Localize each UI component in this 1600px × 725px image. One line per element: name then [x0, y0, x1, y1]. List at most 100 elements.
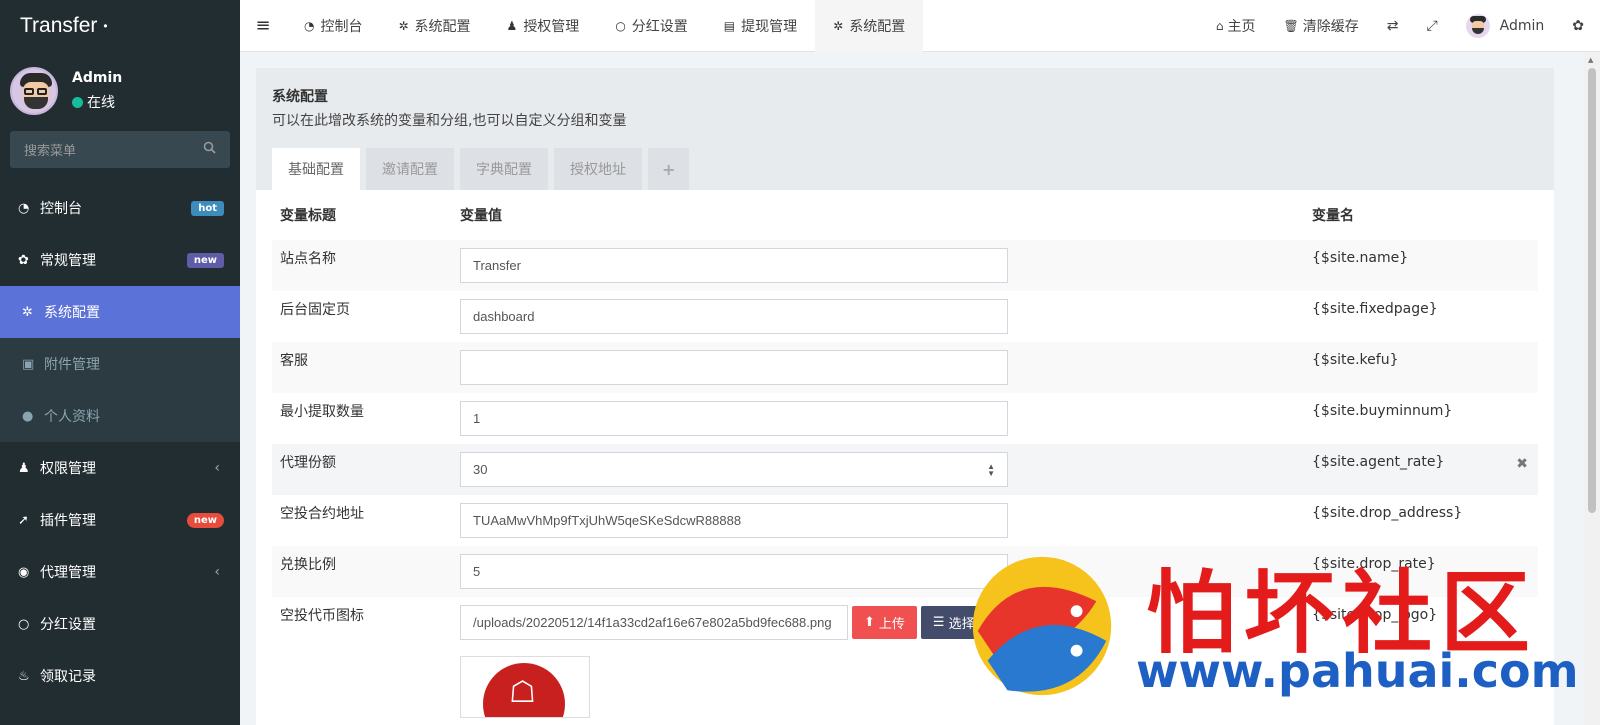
fixedpage-input[interactable]: dashboard — [460, 299, 1008, 334]
image-icon: ▣ — [22, 356, 35, 372]
table-header: 变量标题 变量值 变量名 — [272, 190, 1538, 240]
trash-icon: 🗑︎ — [1283, 19, 1299, 33]
menu-toggle-icon[interactable]: ≡ — [240, 15, 286, 36]
sidebar-item-profile[interactable]: ● 个人资料 — [0, 390, 240, 442]
settings-button[interactable]: ✿ — [1558, 18, 1600, 34]
drop-address-input[interactable]: TUAaMwVhMp9fTxjUhW5qeSKeSdcwR88888 — [460, 503, 1008, 538]
brand-caret: • — [103, 19, 108, 33]
scrollbar-thumb[interactable] — [1588, 68, 1596, 513]
config-table: 变量标题 变量值 变量名 站点名称 Transfer {$site.name} … — [256, 190, 1554, 725]
tab-invite-config[interactable]: 邀请配置 — [366, 148, 454, 190]
drop-rate-input[interactable]: 5 — [460, 554, 1008, 589]
spinner-icon[interactable]: ▲ ▼ — [987, 462, 995, 477]
sidebar-item-plugins[interactable]: ➚ 插件管理 new — [0, 494, 240, 546]
user-menu[interactable]: Admin — [1452, 14, 1559, 38]
agent-rate-stepper[interactable]: 30 ▲ ▼ — [460, 452, 1008, 487]
clear-cache-button[interactable]: 🗑︎ 清除缓存 — [1269, 16, 1372, 36]
rocket-icon: ➚ — [18, 512, 29, 528]
tab-dashboard[interactable]: ◔ 控制台 — [286, 0, 380, 52]
gear-icon: ✲ — [22, 304, 33, 320]
user-status: 在线 — [72, 92, 122, 112]
brand-logo[interactable]: Transfer • — [0, 0, 240, 52]
tab-system-config[interactable]: ✲ 系统配置 — [380, 0, 488, 52]
tab-auth[interactable]: ♟ 授权管理 — [489, 0, 598, 52]
header-title: 变量标题 — [280, 208, 336, 224]
new-badge: new — [186, 512, 224, 528]
avatar — [1465, 14, 1490, 38]
sidebar-item-attachments[interactable]: ▣ 附件管理 — [0, 338, 240, 390]
row-var-name: {$site.drop_logo} — [1312, 607, 1438, 623]
cogs-icon: ✿ — [18, 252, 29, 268]
row-title: 后台固定页 — [280, 302, 350, 318]
table-row: 代理份额 30 ▲ ▼ {$site.agent_rate} ✖ — [272, 444, 1538, 495]
user-name: Admin — [72, 70, 123, 86]
tab-label: 系统配置 — [849, 18, 906, 35]
upload-label: 上传 — [878, 617, 905, 632]
clear-cache-label: 清除缓存 — [1302, 19, 1359, 35]
row-var-name: {$site.agent_rate} — [1312, 454, 1445, 470]
row-var-name: {$site.kefu} — [1312, 352, 1399, 368]
scroll-up-icon[interactable]: ▲ — [1588, 56, 1593, 64]
new-badge: new — [186, 252, 224, 268]
site-name-input[interactable]: Transfer — [460, 248, 1008, 283]
sidebar-item-auth[interactable]: ♟ 权限管理 ‹ — [0, 442, 240, 494]
agent-rate-value: 30 — [473, 462, 488, 477]
sidebar-item-label: 个人资料 — [44, 409, 100, 425]
row-var-name: {$site.buyminnum} — [1312, 403, 1453, 419]
dashboard-icon: ◔ — [18, 200, 30, 216]
tab-label: 系统配置 — [414, 18, 471, 35]
choose-label: 选择 — [948, 617, 975, 632]
sidebar-item-label: 控制台 — [40, 201, 82, 217]
home-link[interactable]: ⌂ 主页 — [1202, 16, 1270, 36]
menu-search-placeholder: 搜索菜单 — [24, 144, 77, 159]
add-tab-button[interactable]: + — [648, 148, 690, 190]
tab-auth-address[interactable]: 授权地址 — [554, 148, 642, 190]
search-icon[interactable] — [203, 141, 216, 158]
gear-icon: ✲ — [833, 18, 844, 33]
sidebar: Transfer • Admin 在线 搜索菜单 ◔ 控制台 hot ✿ 常规管 — [0, 0, 240, 725]
menu-search-input[interactable]: 搜索菜单 — [10, 131, 230, 168]
hot-badge: hot — [191, 200, 224, 216]
table-row: 站点名称 Transfer {$site.name} — [272, 240, 1538, 291]
panel-header: 系统配置 可以在此增改系统的变量和分组,也可以自定义分组和变量 基础配置 邀请配… — [256, 68, 1554, 190]
sidebar-item-dashboard[interactable]: ◔ 控制台 hot — [0, 182, 240, 234]
avatar[interactable] — [10, 67, 58, 115]
sidebar-item-agents[interactable]: ◉ 代理管理 ‹ — [0, 546, 240, 598]
token-logo-image: ☖ — [483, 663, 565, 717]
row-title: 代理份额 — [280, 455, 336, 471]
logo-preview[interactable]: ☖ — [460, 656, 590, 718]
tab-dict-config[interactable]: 字典配置 — [460, 148, 548, 190]
header-name: 变量名 — [1312, 208, 1354, 224]
sidebar-item-label: 系统配置 — [44, 305, 100, 321]
sidebar-item-system-config[interactable]: ✲ 系统配置 — [0, 286, 240, 338]
language-button[interactable]: ⇄ — [1373, 18, 1413, 34]
upload-button[interactable]: ⬆ 上传 — [852, 606, 917, 639]
sidebar-item-label: 代理管理 — [40, 565, 96, 581]
tab-withdraw[interactable]: ▤ 提现管理 — [706, 0, 815, 52]
sidebar-item-records[interactable]: ♨ 领取记录 — [0, 650, 240, 702]
row-var-name: {$site.drop_address} — [1312, 505, 1463, 521]
main-panel: 系统配置 可以在此增改系统的变量和分组,也可以自定义分组和变量 基础配置 邀请配… — [256, 68, 1554, 725]
page-description: 可以在此增改系统的变量和分组,也可以自定义分组和变量 — [272, 113, 627, 129]
sidebar-submenu: ✲ 系统配置 ▣ 附件管理 ● 个人资料 — [0, 286, 240, 442]
upload-icon: ⬆ — [864, 615, 875, 630]
online-dot-icon — [72, 96, 83, 108]
gear-icon: ✲ — [398, 18, 409, 33]
fullscreen-button[interactable]: ⤢ — [1412, 18, 1451, 34]
tab-dividend[interactable]: ○ 分红设置 — [597, 0, 705, 52]
sidebar-item-general[interactable]: ✿ 常规管理 new — [0, 234, 240, 286]
sidebar-item-dividend[interactable]: ○ 分红设置 — [0, 598, 240, 650]
choose-button[interactable]: ☰ 选择 — [920, 606, 987, 639]
list-icon: ☰ — [932, 615, 945, 630]
buyminnum-input[interactable]: 1 — [460, 401, 1008, 436]
page-scrollbar[interactable]: ▲ — [1584, 52, 1600, 725]
chevron-left-icon: ‹ — [214, 564, 220, 580]
translate-icon: ⇄ — [1386, 18, 1399, 34]
kefu-input[interactable] — [460, 350, 1008, 385]
remove-icon[interactable]: ✖ — [1516, 456, 1528, 472]
home-label: 主页 — [1227, 19, 1256, 35]
user-status-label: 在线 — [87, 95, 115, 111]
drop-logo-input[interactable]: /uploads/20220512/14f1a33cd2af16e67e802a… — [460, 605, 848, 640]
tab-basic-config[interactable]: 基础配置 — [272, 148, 360, 190]
tab-system-config-active[interactable]: ✲ 系统配置 — [815, 0, 924, 52]
